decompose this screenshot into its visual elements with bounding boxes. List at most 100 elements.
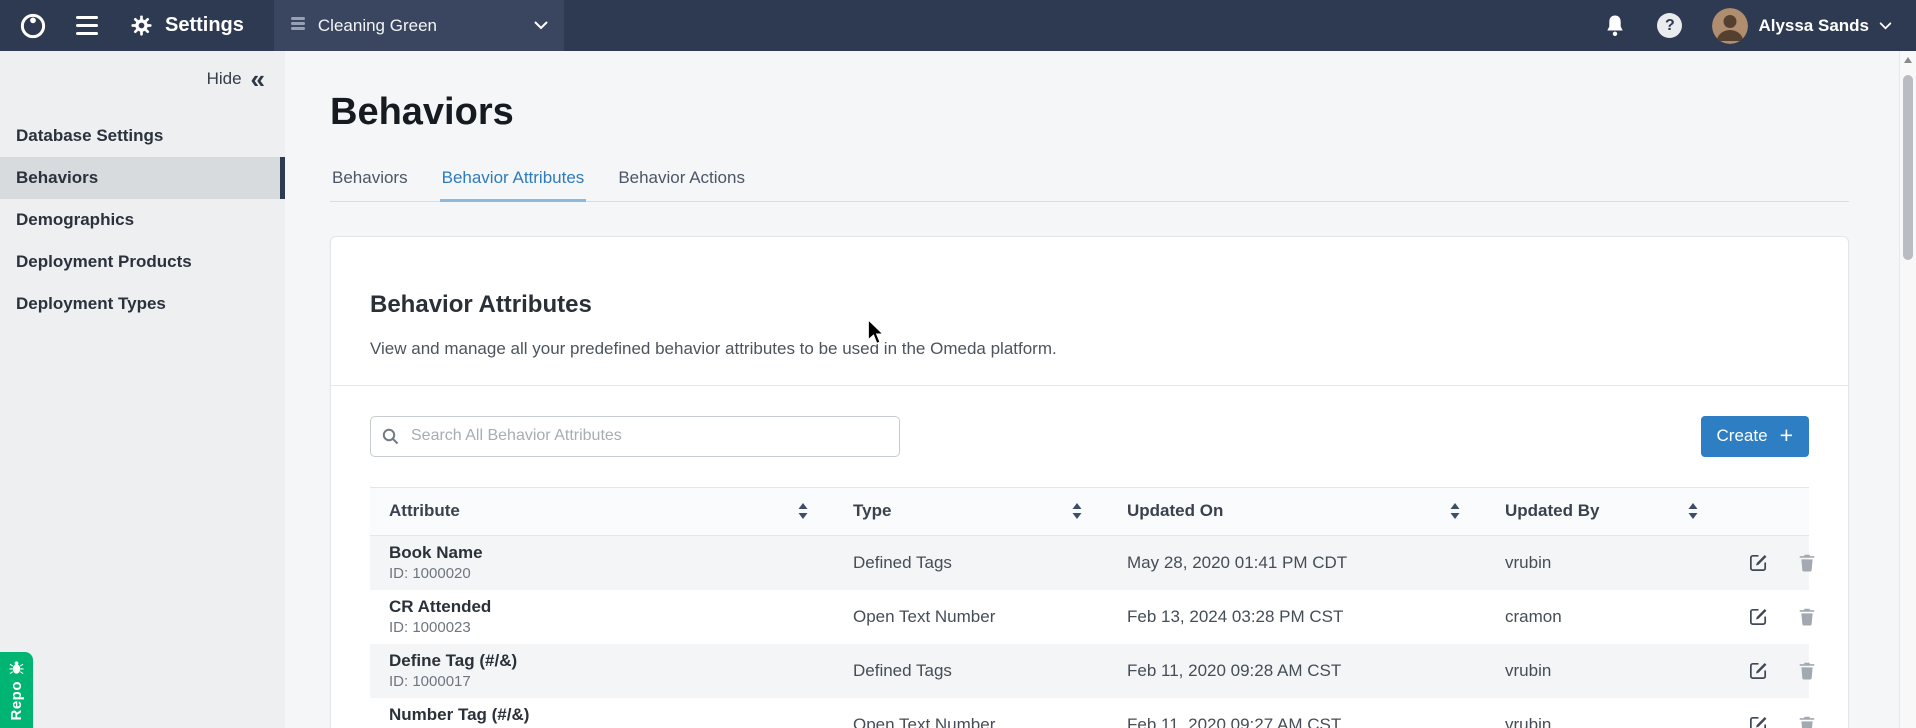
row-actions (1724, 606, 1817, 627)
updated-on-cell: Feb 13, 2024 03:28 PM CST (1108, 607, 1486, 627)
delete-button[interactable] (1797, 660, 1817, 681)
avatar (1712, 8, 1748, 44)
tab-behavior-actions[interactable]: Behavior Actions (616, 160, 747, 201)
updated-on-cell: Feb 11, 2020 09:28 AM CST (1108, 661, 1486, 681)
edit-button[interactable] (1748, 660, 1769, 681)
search-wrapper (370, 416, 900, 457)
attribute-cell: CR Attended ID: 1000023 (370, 597, 834, 636)
org-selector-dropdown[interactable]: Cleaning Green (274, 0, 564, 51)
delete-icon (1797, 606, 1817, 627)
table-row: Number Tag (#/&) ID: 1000016 Open Text N… (370, 698, 1809, 728)
tab-behavior-attributes[interactable]: Behavior Attributes (440, 160, 587, 201)
delete-button[interactable] (1797, 552, 1817, 573)
scrollbar (1899, 51, 1916, 728)
help-icon: ? (1657, 13, 1682, 38)
sidebar-item-database-settings[interactable]: Database Settings (0, 115, 285, 157)
tab-behaviors[interactable]: Behaviors (330, 160, 410, 201)
create-button-label: Create (1717, 426, 1768, 446)
hide-label: Hide (207, 69, 242, 89)
attribute-cell: Book Name ID: 1000020 (370, 543, 834, 582)
notifications-button[interactable] (1603, 13, 1627, 39)
bell-icon (1603, 13, 1627, 39)
sidebar-nav: Database Settings Behaviors Demographics… (0, 115, 285, 325)
table-row: Define Tag (#/&) ID: 1000017 Defined Tag… (370, 644, 1809, 698)
updated-by-cell: vrubin (1486, 715, 1724, 728)
sidebar-item-behaviors[interactable]: Behaviors (0, 157, 285, 199)
user-menu[interactable]: Alyssa Sands (1712, 8, 1892, 44)
row-actions (1724, 660, 1817, 681)
edit-button[interactable] (1748, 552, 1769, 573)
settings-sidebar: Hide « Database Settings Behaviors Demog… (0, 51, 285, 728)
search-icon (382, 428, 399, 445)
plus-icon: + (1780, 424, 1793, 447)
delete-button[interactable] (1797, 606, 1817, 627)
sidebar-item-demographics[interactable]: Demographics (0, 199, 285, 241)
sidebar-collapse-control[interactable]: Hide « (0, 51, 285, 95)
column-header-type[interactable]: Type (834, 501, 1108, 521)
updated-by-cell: cramon (1486, 607, 1724, 627)
type-cell: Defined Tags (834, 661, 1108, 681)
type-cell: Open Text Number (834, 607, 1108, 627)
omeda-logo[interactable] (18, 11, 48, 41)
column-header-updated-on[interactable]: Updated On (1108, 501, 1486, 521)
edit-button[interactable] (1748, 606, 1769, 627)
delete-icon (1797, 714, 1817, 728)
delete-button[interactable] (1797, 714, 1817, 728)
row-actions (1724, 714, 1817, 728)
feedback-tab[interactable]: Repo (0, 652, 33, 728)
topbar-right-group: ? Alyssa Sands (1603, 8, 1916, 44)
type-cell: Open Text Number (834, 715, 1108, 728)
topbar: Settings Cleaning Green (0, 0, 1916, 51)
edit-button[interactable] (1748, 714, 1769, 728)
delete-icon (1797, 660, 1817, 681)
scrollbar-up-arrow[interactable] (1900, 51, 1916, 68)
sidebar-item-deployment-types[interactable]: Deployment Types (0, 283, 285, 325)
delete-icon (1797, 552, 1817, 573)
attribute-cell: Number Tag (#/&) ID: 1000016 (370, 705, 834, 728)
edit-icon (1748, 660, 1769, 681)
type-cell: Defined Tags (834, 553, 1108, 573)
stack-icon (290, 16, 306, 36)
column-header-attribute[interactable]: Attribute (370, 501, 834, 521)
card-subtitle: View and manage all your predefined beha… (370, 339, 1809, 359)
create-button[interactable]: Create + (1701, 416, 1809, 457)
updated-by-cell: vrubin (1486, 661, 1724, 681)
row-actions (1724, 552, 1817, 573)
updated-on-cell: May 28, 2020 01:41 PM CDT (1108, 553, 1486, 573)
main-content: Behaviors Behaviors Behavior Attributes … (285, 51, 1899, 728)
sort-icon (1072, 503, 1082, 519)
attribute-cell: Define Tag (#/&) ID: 1000017 (370, 651, 834, 690)
table-toolbar: Create + (370, 416, 1809, 457)
app-title: Settings (165, 14, 244, 37)
table-row: Book Name ID: 1000020 Defined Tags May 2… (370, 536, 1809, 590)
user-name: Alyssa Sands (1758, 16, 1869, 36)
sort-icon (798, 503, 808, 519)
updated-on-cell: Feb 11, 2020 09:27 AM CST (1108, 715, 1486, 728)
bug-icon (9, 660, 24, 675)
card-divider (331, 385, 1848, 386)
hamburger-menu-icon[interactable] (76, 16, 98, 35)
scrollbar-thumb[interactable] (1903, 75, 1913, 260)
gear-icon (130, 14, 153, 37)
table-row: CR Attended ID: 1000023 Open Text Number… (370, 590, 1809, 644)
sidebar-item-deployment-products[interactable]: Deployment Products (0, 241, 285, 283)
feedback-tab-label: Repo (8, 681, 25, 721)
sort-icon (1688, 503, 1698, 519)
chevron-down-icon (534, 17, 548, 35)
double-chevron-left-icon: « (251, 70, 265, 88)
user-chevron-down-icon (1879, 17, 1892, 35)
card-title: Behavior Attributes (370, 291, 1809, 319)
column-header-updated-by[interactable]: Updated By (1486, 501, 1724, 521)
tab-bar: Behaviors Behavior Attributes Behavior A… (330, 160, 1849, 202)
edit-icon (1748, 606, 1769, 627)
help-button[interactable]: ? (1657, 13, 1682, 38)
table-header-row: Attribute Type Updated On Updated By (370, 488, 1809, 536)
updated-by-cell: vrubin (1486, 553, 1724, 573)
page-title: Behaviors (330, 91, 1849, 134)
behavior-attributes-card: Behavior Attributes View and manage all … (330, 236, 1849, 728)
org-selector-label: Cleaning Green (318, 16, 437, 36)
edit-icon (1748, 714, 1769, 728)
search-input[interactable] (370, 416, 900, 457)
sort-icon (1450, 503, 1460, 519)
app-window: Settings Cleaning Green (0, 0, 1916, 728)
